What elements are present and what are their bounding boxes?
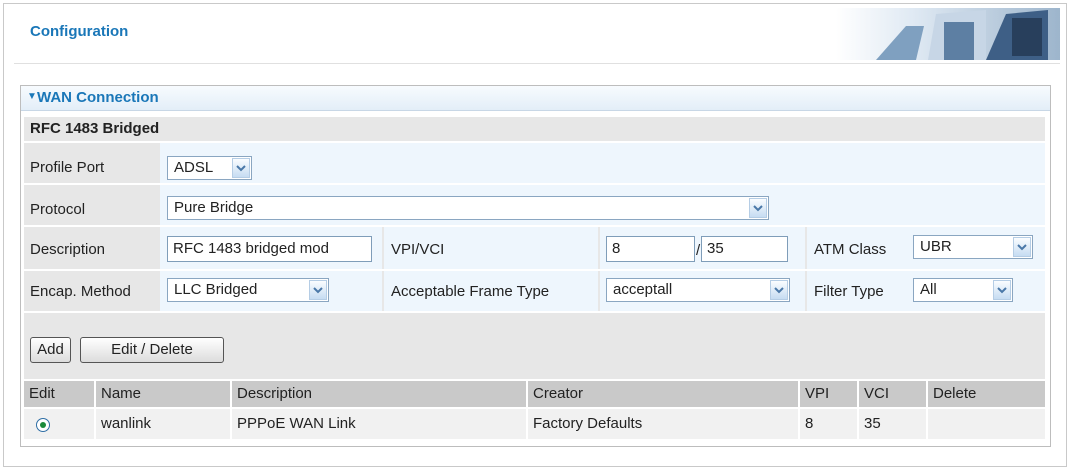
section-subtitle: RFC 1483 Bridged (30, 120, 160, 137)
table-cell-description: PPPoE WAN Link (232, 409, 526, 439)
filter-type-label: Filter Type (814, 283, 884, 300)
col-header-vci: VCI (859, 381, 926, 407)
col-header-name: Name (96, 381, 230, 407)
protocol-label: Protocol (30, 201, 86, 218)
protocol-value: Pure Bridge (174, 199, 254, 216)
table-cell-name: wanlink (96, 409, 230, 439)
frame-type-select[interactable]: acceptall (606, 278, 790, 302)
collapse-arrow-icon[interactable]: ▼ (27, 91, 37, 102)
profile-port-select[interactable]: ADSL (167, 156, 252, 180)
radio-selected-icon[interactable] (36, 418, 50, 432)
table-cell-creator: Factory Defaults (528, 409, 798, 439)
chevron-down-icon[interactable] (309, 280, 327, 300)
subtitle-band (24, 117, 1045, 141)
table-cell-edit (24, 409, 94, 439)
table-cell-vci: 35 (859, 409, 926, 439)
profile-port-label: Profile Port (30, 159, 105, 176)
table-cell-delete (928, 409, 1045, 439)
vpivci-label: VPI/VCI (391, 241, 445, 258)
frame-type-value: acceptall (613, 281, 673, 298)
filter-type-value: All (920, 281, 937, 298)
encap-method-value: LLC Bridged (174, 281, 258, 298)
vci-input[interactable]: 35 (701, 236, 788, 262)
chevron-down-icon[interactable] (993, 280, 1011, 300)
add-button[interactable]: Add (30, 337, 71, 363)
banner-image (836, 8, 1060, 60)
panel-title: WAN Connection (37, 89, 159, 106)
col-header-edit: Edit (24, 381, 94, 407)
atm-class-value: UBR (920, 238, 952, 255)
table-cell-vpi: 8 (800, 409, 857, 439)
edit-delete-button[interactable]: Edit / Delete (80, 337, 224, 363)
encap-method-label: Encap. Method (30, 283, 131, 300)
protocol-select[interactable]: Pure Bridge (167, 196, 769, 220)
description-label: Description (30, 241, 106, 258)
header-divider (14, 63, 1060, 64)
filter-type-select[interactable]: All (913, 278, 1013, 302)
profile-port-field (160, 143, 1045, 183)
col-header-delete: Delete (928, 381, 1045, 407)
frame-type-label: Acceptable Frame Type (391, 283, 550, 300)
profile-port-value: ADSL (174, 159, 214, 176)
panel-header[interactable]: ▼ WAN Connection (21, 86, 1050, 111)
chevron-down-icon[interactable] (1013, 237, 1031, 257)
page-title: Configuration (30, 23, 129, 40)
chevron-down-icon[interactable] (749, 198, 767, 218)
vpivci-separator: / (696, 242, 701, 259)
atm-class-label: ATM Class (814, 241, 887, 258)
chevron-down-icon[interactable] (232, 158, 250, 178)
encap-method-select[interactable]: LLC Bridged (167, 278, 329, 302)
vpi-input[interactable]: 8 (606, 236, 695, 262)
col-header-vpi: VPI (800, 381, 857, 407)
atm-class-select[interactable]: UBR (913, 235, 1033, 259)
chevron-down-icon[interactable] (770, 280, 788, 300)
col-header-creator: Creator (528, 381, 798, 407)
col-header-description: Description (232, 381, 526, 407)
description-input[interactable]: RFC 1483 bridged mod (167, 236, 372, 262)
